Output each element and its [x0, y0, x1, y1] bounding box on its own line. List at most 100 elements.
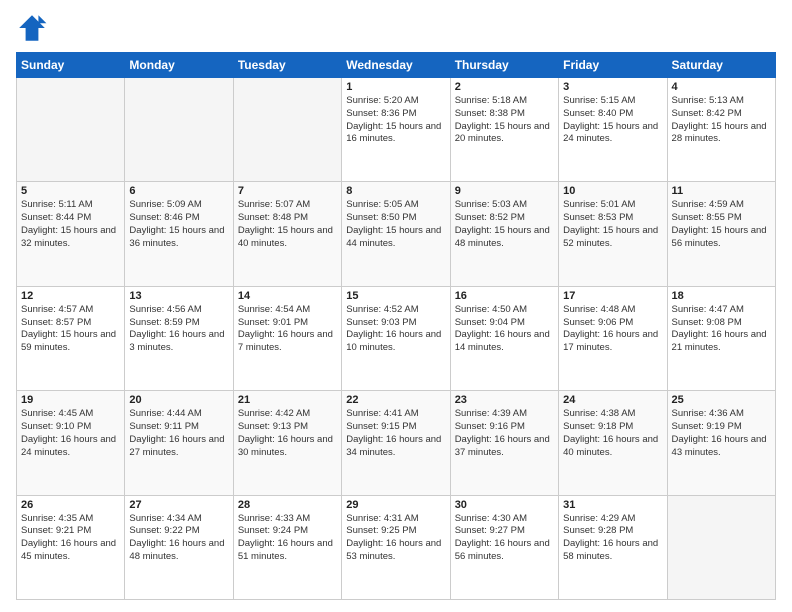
day-number: 21 — [238, 394, 337, 406]
col-header-tuesday: Tuesday — [233, 53, 341, 78]
calendar-cell: 13 Sunrise: 4:56 AM Sunset: 8:59 PM Dayli… — [125, 286, 233, 390]
day-info: Sunrise: 5:13 AM Sunset: 8:42 PM Dayligh… — [672, 95, 771, 146]
day-number: 28 — [238, 499, 337, 511]
day-info: Sunrise: 4:38 AM Sunset: 9:18 PM Dayligh… — [563, 408, 662, 459]
calendar-cell: 5Sunrise: 5:11 AM Sunset: 8:44 PM Daylig… — [17, 182, 125, 286]
header — [16, 12, 776, 44]
calendar-cell: 25 Sunrise: 4:36 AM Sunset: 9:19 PM Dayli… — [667, 391, 775, 495]
calendar-cell: 31 Sunrise: 4:29 AM Sunset: 9:28 PM Dayli… — [559, 495, 667, 599]
day-info: Sunrise: 4:57 AM Sunset: 8:57 PM Dayligh… — [21, 304, 120, 355]
calendar-cell: 26Sunrise: 4:35 AM Sunset: 9:21 PM Dayli… — [17, 495, 125, 599]
day-info: Sunrise: 4:52 AM Sunset: 9:03 PM Dayligh… — [346, 304, 445, 355]
day-info: Sunrise: 5:09 AM Sunset: 8:46 PM Dayligh… — [129, 199, 228, 250]
day-number: 25 — [672, 394, 771, 406]
col-header-sunday: Sunday — [17, 53, 125, 78]
day-number: 29 — [346, 499, 445, 511]
day-number: 13 — [129, 290, 228, 302]
day-number: 30 — [455, 499, 554, 511]
week-row-3: 12Sunrise: 4:57 AM Sunset: 8:57 PM Dayli… — [17, 286, 776, 390]
day-number: 19 — [21, 394, 120, 406]
calendar-cell: 17Sunrise: 4:48 AM Sunset: 9:06 PM Dayli… — [559, 286, 667, 390]
day-info: Sunrise: 4:34 AM Sunset: 9:22 PM Dayligh… — [129, 513, 228, 564]
day-number: 14 — [238, 290, 337, 302]
day-info: Sunrise: 5:20 AM Sunset: 8:36 PM Dayligh… — [346, 95, 445, 146]
day-info: Sunrise: 4:29 AM Sunset: 9:28 PM Dayligh… — [563, 513, 662, 564]
day-number: 31 — [563, 499, 662, 511]
calendar-cell: 12Sunrise: 4:57 AM Sunset: 8:57 PM Dayli… — [17, 286, 125, 390]
calendar-cell — [125, 78, 233, 182]
week-row-1: 1Sunrise: 5:20 AM Sunset: 8:36 PM Daylig… — [17, 78, 776, 182]
day-number: 24 — [563, 394, 662, 406]
day-number: 17 — [563, 290, 662, 302]
day-info: Sunrise: 5:01 AM Sunset: 8:53 PM Dayligh… — [563, 199, 662, 250]
calendar-cell: 10 Sunrise: 5:01 AM Sunset: 8:53 PM Dayli… — [559, 182, 667, 286]
page: SundayMondayTuesdayWednesdayThursdayFrid… — [0, 0, 792, 612]
calendar-cell: 28 Sunrise: 4:33 AM Sunset: 9:24 PM Dayli… — [233, 495, 341, 599]
col-header-monday: Monday — [125, 53, 233, 78]
calendar-cell: 6 Sunrise: 5:09 AM Sunset: 8:46 PM Daylig… — [125, 182, 233, 286]
week-row-2: 5Sunrise: 5:11 AM Sunset: 8:44 PM Daylig… — [17, 182, 776, 286]
day-number: 7 — [238, 185, 337, 197]
calendar-cell: 14Sunrise: 4:54 AM Sunset: 9:01 PM Dayli… — [233, 286, 341, 390]
calendar-cell: 19 Sunrise: 4:45 AM Sunset: 9:10 PM Dayli… — [17, 391, 125, 495]
day-number: 11 — [672, 185, 771, 197]
logo-icon — [16, 12, 48, 44]
calendar-cell: 24 Sunrise: 4:38 AM Sunset: 9:18 PM Dayli… — [559, 391, 667, 495]
week-row-5: 26Sunrise: 4:35 AM Sunset: 9:21 PM Dayli… — [17, 495, 776, 599]
calendar-cell — [233, 78, 341, 182]
calendar-cell: 4Sunrise: 5:13 AM Sunset: 8:42 PM Daylig… — [667, 78, 775, 182]
day-number: 10 — [563, 185, 662, 197]
day-info: Sunrise: 5:15 AM Sunset: 8:40 PM Dayligh… — [563, 95, 662, 146]
calendar-cell: 29 Sunrise: 4:31 AM Sunset: 9:25 PM Dayli… — [342, 495, 450, 599]
day-number: 27 — [129, 499, 228, 511]
calendar-header: SundayMondayTuesdayWednesdayThursdayFrid… — [17, 53, 776, 78]
calendar-cell: 21 Sunrise: 4:42 AM Sunset: 9:13 PM Dayli… — [233, 391, 341, 495]
day-number: 2 — [455, 81, 554, 93]
day-info: Sunrise: 5:11 AM Sunset: 8:44 PM Dayligh… — [21, 199, 120, 250]
calendar-cell: 11 Sunrise: 4:59 AM Sunset: 8:55 PM Dayli… — [667, 182, 775, 286]
day-info: Sunrise: 4:31 AM Sunset: 9:25 PM Dayligh… — [346, 513, 445, 564]
calendar-body: 1Sunrise: 5:20 AM Sunset: 8:36 PM Daylig… — [17, 78, 776, 600]
calendar-cell: 7Sunrise: 5:07 AM Sunset: 8:48 PM Daylig… — [233, 182, 341, 286]
calendar-cell: 23 Sunrise: 4:39 AM Sunset: 9:16 PM Dayli… — [450, 391, 558, 495]
day-number: 6 — [129, 185, 228, 197]
day-info: Sunrise: 4:44 AM Sunset: 9:11 PM Dayligh… — [129, 408, 228, 459]
calendar-cell: 27 Sunrise: 4:34 AM Sunset: 9:22 PM Dayli… — [125, 495, 233, 599]
day-info: Sunrise: 4:47 AM Sunset: 9:08 PM Dayligh… — [672, 304, 771, 355]
calendar-cell — [667, 495, 775, 599]
col-header-thursday: Thursday — [450, 53, 558, 78]
day-info: Sunrise: 4:50 AM Sunset: 9:04 PM Dayligh… — [455, 304, 554, 355]
day-number: 22 — [346, 394, 445, 406]
day-info: Sunrise: 4:42 AM Sunset: 9:13 PM Dayligh… — [238, 408, 337, 459]
calendar-cell: 16 Sunrise: 4:50 AM Sunset: 9:04 PM Dayli… — [450, 286, 558, 390]
day-number: 23 — [455, 394, 554, 406]
logo — [16, 12, 52, 44]
calendar-cell: 22 Sunrise: 4:41 AM Sunset: 9:15 PM Dayli… — [342, 391, 450, 495]
day-info: Sunrise: 5:03 AM Sunset: 8:52 PM Dayligh… — [455, 199, 554, 250]
day-number: 16 — [455, 290, 554, 302]
calendar-cell: 8Sunrise: 5:05 AM Sunset: 8:50 PM Daylig… — [342, 182, 450, 286]
day-info: Sunrise: 4:41 AM Sunset: 9:15 PM Dayligh… — [346, 408, 445, 459]
day-number: 26 — [21, 499, 120, 511]
calendar-cell: 2 Sunrise: 5:18 AM Sunset: 8:38 PM Daylig… — [450, 78, 558, 182]
day-number: 9 — [455, 185, 554, 197]
col-header-wednesday: Wednesday — [342, 53, 450, 78]
day-info: Sunrise: 4:30 AM Sunset: 9:27 PM Dayligh… — [455, 513, 554, 564]
calendar-cell: 30 Sunrise: 4:30 AM Sunset: 9:27 PM Dayli… — [450, 495, 558, 599]
calendar-cell: 9 Sunrise: 5:03 AM Sunset: 8:52 PM Daylig… — [450, 182, 558, 286]
header-row: SundayMondayTuesdayWednesdayThursdayFrid… — [17, 53, 776, 78]
day-info: Sunrise: 4:36 AM Sunset: 9:19 PM Dayligh… — [672, 408, 771, 459]
calendar-cell: 15Sunrise: 4:52 AM Sunset: 9:03 PM Dayli… — [342, 286, 450, 390]
day-info: Sunrise: 4:33 AM Sunset: 9:24 PM Dayligh… — [238, 513, 337, 564]
calendar-cell: 20Sunrise: 4:44 AM Sunset: 9:11 PM Dayli… — [125, 391, 233, 495]
day-info: Sunrise: 5:05 AM Sunset: 8:50 PM Dayligh… — [346, 199, 445, 250]
col-header-saturday: Saturday — [667, 53, 775, 78]
day-info: Sunrise: 4:59 AM Sunset: 8:55 PM Dayligh… — [672, 199, 771, 250]
day-info: Sunrise: 5:18 AM Sunset: 8:38 PM Dayligh… — [455, 95, 554, 146]
col-header-friday: Friday — [559, 53, 667, 78]
calendar-table: SundayMondayTuesdayWednesdayThursdayFrid… — [16, 52, 776, 600]
day-info: Sunrise: 4:39 AM Sunset: 9:16 PM Dayligh… — [455, 408, 554, 459]
day-info: Sunrise: 4:45 AM Sunset: 9:10 PM Dayligh… — [21, 408, 120, 459]
day-info: Sunrise: 4:56 AM Sunset: 8:59 PM Dayligh… — [129, 304, 228, 355]
calendar-cell: 18Sunrise: 4:47 AM Sunset: 9:08 PM Dayli… — [667, 286, 775, 390]
